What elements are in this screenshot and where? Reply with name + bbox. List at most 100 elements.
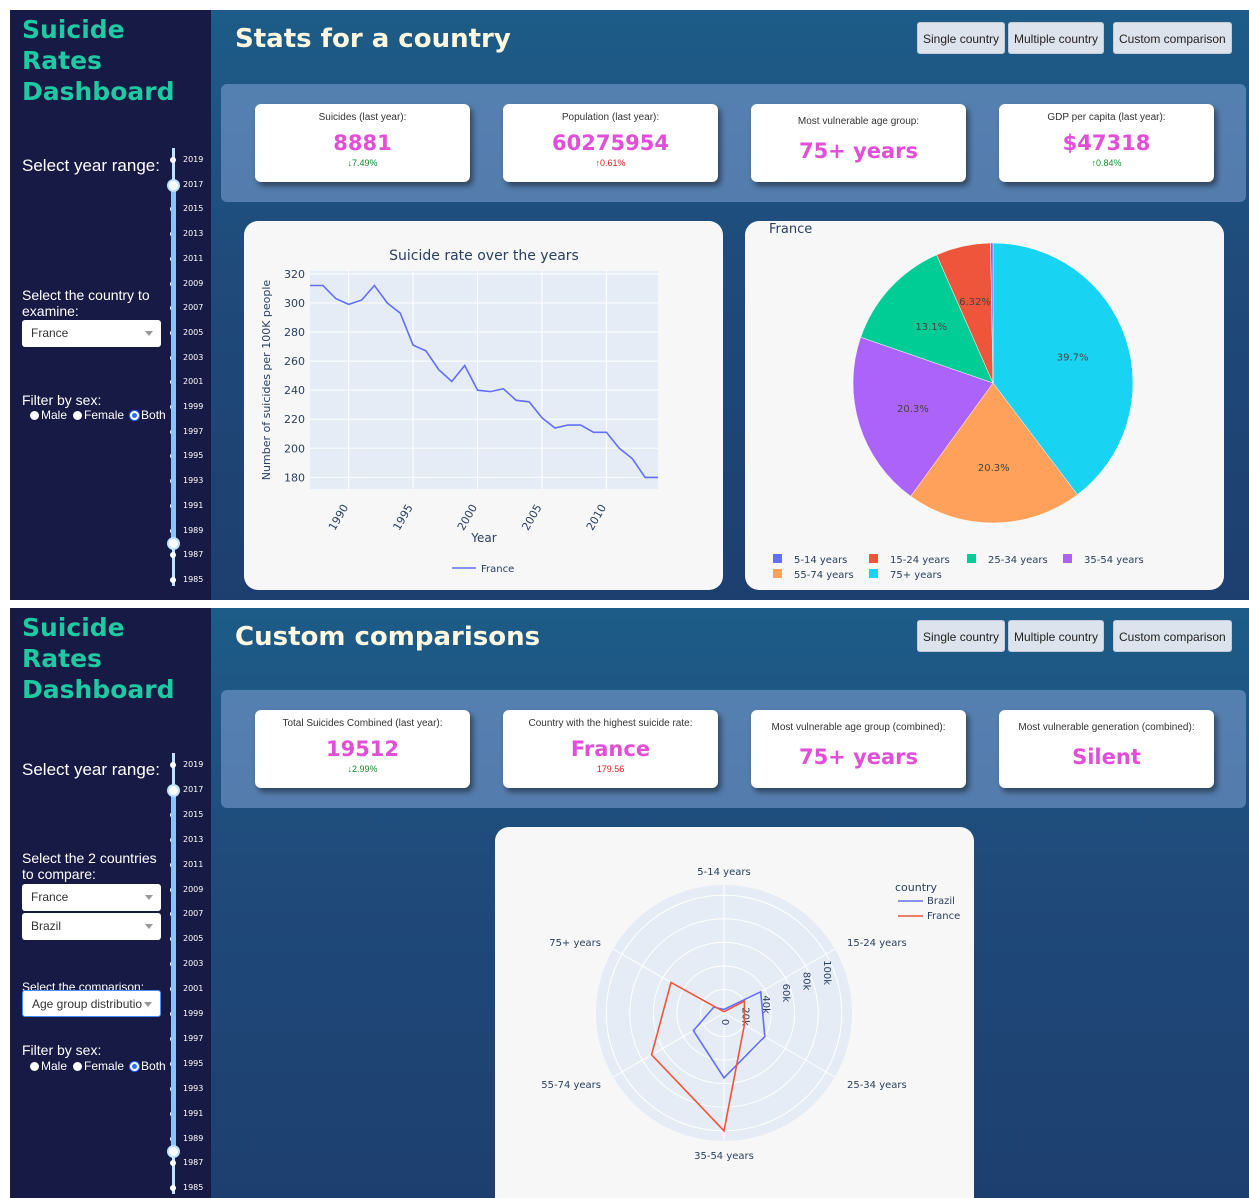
slider-tick-label: 1993	[183, 1083, 204, 1093]
x-tick-label: 2000	[455, 502, 480, 533]
radio-icon	[30, 410, 39, 420]
slider-tick-label: 2017	[183, 179, 204, 189]
pie-slice-label: 39.7%	[1057, 352, 1089, 363]
legend-label: Brazil	[927, 896, 955, 907]
stat-card-delta: ↑0.61%	[595, 158, 626, 168]
country1-dropdown-value: France	[31, 890, 69, 904]
country1-dropdown[interactable]: France	[22, 884, 161, 911]
stat-card-highest-rate: Country with the highest suicide rate: F…	[503, 710, 718, 788]
slider-tick-dot	[170, 762, 176, 768]
radial-tick-label: 60k	[780, 984, 791, 1003]
single-country-button[interactable]: Single country	[917, 22, 1006, 54]
sex-radio-female[interactable]: Female	[73, 408, 124, 422]
slider-handle-end[interactable]	[167, 783, 180, 797]
polar-axis-label: 15-24 years	[847, 938, 907, 949]
main-area: Custom comparisons Single country Multip…	[211, 608, 1249, 1198]
y-tick-label: 260	[284, 355, 305, 368]
radial-tick-label: 100k	[821, 960, 832, 985]
stat-card-title: Most vulnerable age group:	[797, 116, 920, 127]
stat-card-title: Country with the highest suicide rate:	[528, 718, 693, 729]
slider-tick-label: 2011	[183, 253, 204, 263]
slider-tick-label: 2001	[183, 984, 204, 994]
slider-tick-dot	[170, 157, 176, 163]
line-chart-panel: 180 200 220 240 260 280 300 320 1990 1995 2000 2005…	[244, 221, 723, 590]
stat-card-total-suicides: Total Suicides Combined (last year): 195…	[255, 710, 470, 788]
slider-tick-label: 2019	[183, 155, 204, 164]
slider-handle-start[interactable]	[167, 536, 180, 550]
stat-card-value: 75+ years	[798, 745, 919, 769]
radar-chart-panel: 5-14 years 15-24 years 25-34 years 35-54 ye…	[495, 827, 974, 1198]
radar-chart: 5-14 years 15-24 years 25-34 years 35-54 ye…	[541, 867, 960, 1162]
slider-tick-label: 1999	[183, 402, 204, 411]
legend-swatch	[869, 569, 878, 578]
legend-label: France	[481, 564, 514, 575]
slider-tick-label: 2005	[183, 934, 204, 944]
page-title: Custom comparisons	[235, 622, 541, 652]
pie-slice-label: 20.3%	[897, 404, 929, 415]
country2-dropdown[interactable]: Brazil	[22, 913, 161, 940]
sex-radio-male[interactable]: Male	[30, 408, 67, 422]
slider-tick-label: 1995	[183, 1058, 204, 1068]
slider-handle-end[interactable]	[167, 178, 180, 192]
pie-slice-label: 13.1%	[915, 322, 947, 333]
chart-title: Suicide rate over the years	[389, 248, 579, 264]
slider-tick-label: 1993	[183, 476, 204, 486]
slider-tick-label: 2011	[183, 859, 204, 869]
sex-radio-female[interactable]: Female	[73, 1059, 124, 1073]
stat-card-suicides: Suicides (last year): 8881 ↓7.49%	[255, 104, 470, 182]
slider-tick-label: 2015	[183, 809, 204, 819]
pie-chart-panel: France 39.7% 20.3% 20.3% 13.1% 6.32% 5-14 year…	[745, 221, 1224, 590]
x-tick-label: 1990	[326, 502, 351, 533]
legend-swatch	[773, 554, 782, 563]
sex-radio-both[interactable]: Both	[130, 1059, 166, 1073]
slider-tick-label: 2015	[183, 204, 204, 214]
radio-icon	[73, 410, 83, 420]
sex-radio-male[interactable]: Male	[30, 1059, 67, 1073]
stat-card-age-group: Most vulnerable age group: 75+ years	[751, 104, 966, 182]
plot-background	[310, 271, 658, 489]
stat-card-generation: Most vulnerable generation (combined): S…	[999, 710, 1214, 788]
pie-chart: France 39.7% 20.3% 20.3% 13.1% 6.32% 5-14 year…	[769, 222, 1144, 581]
sex-radio-group: Male Female Both	[30, 408, 166, 422]
sex-radio-both[interactable]: Both	[130, 408, 166, 422]
multiple-country-button[interactable]: Multiple country	[1008, 620, 1105, 652]
slider-tick-label: 2019	[183, 760, 204, 769]
stat-card-title: Suicides (last year):	[318, 112, 407, 123]
app-title: Suicide Rates Dashboard	[22, 15, 175, 106]
chevron-down-icon	[144, 1002, 152, 1007]
slider-tick-label: 2003	[183, 959, 204, 969]
y-tick-label: 200	[284, 442, 305, 455]
comparison-dropdown[interactable]: Age group distributio	[22, 990, 161, 1017]
sex-radio-group: Male Female Both	[30, 1059, 166, 1073]
custom-comparison-button[interactable]: Custom comparison	[1113, 620, 1232, 652]
custom-comparison-button[interactable]: Custom comparison	[1113, 22, 1232, 54]
slider-tick-label: 1987	[183, 550, 204, 560]
pie-slice-label: 6.32%	[959, 297, 991, 308]
slider-tick-label: 2007	[183, 909, 204, 919]
slider-handle-start[interactable]	[167, 1144, 180, 1158]
chevron-down-icon	[145, 331, 153, 336]
slider-tick-label: 2017	[183, 784, 204, 794]
slider-tick-label: 1985	[183, 574, 204, 584]
screen-custom-comparison: Suicide Rates Dashboard Select year rang…	[10, 608, 1249, 1198]
multiple-country-button[interactable]: Multiple country	[1008, 22, 1105, 54]
stat-card-value: 60275954	[552, 131, 669, 155]
line-chart: 180 200 220 240 260 280 300 320 1990 1995 2000 2005…	[260, 248, 658, 575]
single-country-button[interactable]: Single country	[917, 620, 1006, 652]
year-range-label: Select year range:	[22, 156, 160, 175]
country-dropdown-value: France	[31, 326, 69, 340]
country-dropdown[interactable]: France	[22, 320, 161, 347]
legend-swatch	[773, 569, 782, 578]
stats-band: Total Suicides Combined (last year): 195…	[221, 690, 1246, 808]
legend-swatch	[869, 554, 878, 563]
slider-tick-label: 2009	[183, 884, 204, 894]
slider-tick-label: 1989	[183, 1133, 204, 1143]
slider-tick-label: 1999	[183, 1009, 204, 1018]
main-area: Stats for a country Single country Multi…	[211, 10, 1249, 600]
country2-dropdown-value: Brazil	[31, 919, 62, 933]
x-axis-label: Year	[470, 531, 496, 545]
slider-tick-label: 1985	[183, 1183, 204, 1193]
y-axis-label: Number of suicides per 100K people	[260, 280, 273, 481]
screen-single-country: Suicide Rates Dashboard Select year rang…	[10, 10, 1249, 600]
sidebar: Suicide Rates Dashboard Select year rang…	[10, 608, 211, 1198]
